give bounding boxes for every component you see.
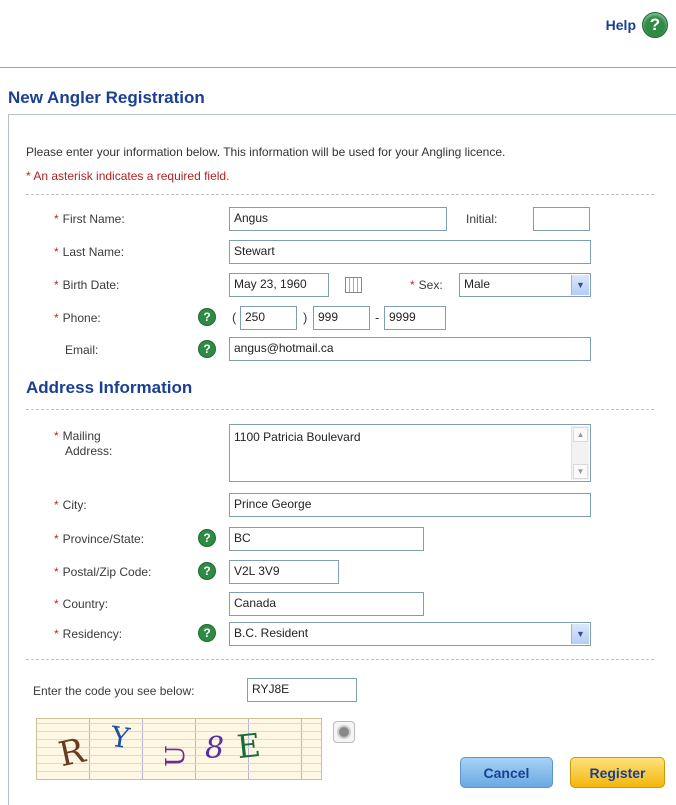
divider bbox=[26, 409, 654, 410]
phone-dash: - bbox=[375, 310, 380, 325]
divider bbox=[26, 194, 654, 195]
textarea-scrollbar[interactable]: ▲ ▼ bbox=[571, 426, 589, 480]
postal-code-input[interactable]: V2L 3V9 bbox=[229, 560, 339, 584]
scroll-down-icon[interactable]: ▼ bbox=[573, 464, 588, 479]
residency-label: * Residency: bbox=[54, 627, 123, 641]
first-name-input[interactable]: Angus bbox=[229, 207, 447, 231]
phone-open-paren: ( bbox=[232, 310, 237, 325]
sex-select[interactable]: Male ▼ bbox=[459, 273, 591, 297]
intro-text: Please enter your information below. Thi… bbox=[26, 145, 506, 159]
last-name-input[interactable]: Stewart bbox=[229, 240, 591, 264]
register-button[interactable]: Register bbox=[570, 757, 665, 788]
province-label: * Province/State: bbox=[54, 532, 145, 546]
province-input[interactable]: BC bbox=[229, 527, 424, 551]
city-label: * City: bbox=[54, 498, 87, 512]
address-section-title: Address Information bbox=[26, 378, 193, 397]
captcha-image: R Y U 8 E bbox=[36, 718, 322, 780]
phone-area-code-input[interactable]: 250 bbox=[240, 306, 297, 330]
residency-select[interactable]: B.C. Resident ▼ bbox=[229, 622, 591, 646]
captcha-prompt: Enter the code you see below: bbox=[33, 684, 195, 698]
cancel-button[interactable]: Cancel bbox=[460, 757, 553, 788]
initial-input[interactable] bbox=[533, 207, 590, 231]
last-name-label: * Last Name: bbox=[54, 245, 125, 259]
initial-label: Initial: bbox=[466, 212, 498, 226]
divider bbox=[26, 659, 654, 660]
header-divider bbox=[0, 67, 676, 68]
birth-date-label: * Birth Date: bbox=[54, 278, 120, 292]
residency-help-icon[interactable]: ? bbox=[198, 624, 216, 642]
phone-help-icon[interactable]: ? bbox=[198, 308, 216, 326]
first-name-label: * First Name: bbox=[54, 212, 125, 226]
email-label: Email: bbox=[65, 343, 99, 357]
country-label: * Country: bbox=[54, 597, 109, 611]
chevron-down-icon[interactable]: ▼ bbox=[571, 624, 589, 644]
country-input[interactable]: Canada bbox=[229, 592, 424, 616]
mailing-address-textarea[interactable]: 1100 Patricia Boulevard ▲ ▼ bbox=[229, 424, 591, 482]
phone-close-paren: ) bbox=[303, 310, 308, 325]
province-help-icon[interactable]: ? bbox=[198, 529, 216, 547]
required-note: * An asterisk indicates a required field… bbox=[26, 169, 230, 183]
postal-code-label: * Postal/Zip Code: bbox=[54, 565, 152, 579]
birth-date-input[interactable]: May 23, 1960 bbox=[229, 273, 329, 297]
phone-line-input[interactable]: 9999 bbox=[384, 306, 446, 330]
help-link[interactable]: Help ? bbox=[606, 12, 668, 38]
help-label[interactable]: Help bbox=[606, 17, 636, 33]
phone-prefix-input[interactable]: 999 bbox=[313, 306, 370, 330]
help-icon[interactable]: ? bbox=[642, 12, 668, 38]
scroll-up-icon[interactable]: ▲ bbox=[573, 427, 588, 442]
page-title: New Angler Registration bbox=[8, 88, 205, 107]
email-help-icon[interactable]: ? bbox=[198, 340, 216, 358]
mailing-address-label: * Mailing Address: bbox=[54, 429, 113, 458]
email-input[interactable]: angus@hotmail.ca bbox=[229, 337, 591, 361]
chevron-down-icon[interactable]: ▼ bbox=[571, 275, 589, 295]
audio-icon[interactable] bbox=[333, 721, 355, 743]
postal-code-help-icon[interactable]: ? bbox=[198, 562, 216, 580]
sex-label: * Sex: bbox=[410, 278, 443, 292]
city-input[interactable]: Prince George bbox=[229, 493, 591, 517]
captcha-input[interactable]: RYJ8E bbox=[247, 678, 357, 702]
calendar-icon[interactable] bbox=[345, 277, 362, 293]
phone-label: * Phone: bbox=[54, 311, 101, 325]
